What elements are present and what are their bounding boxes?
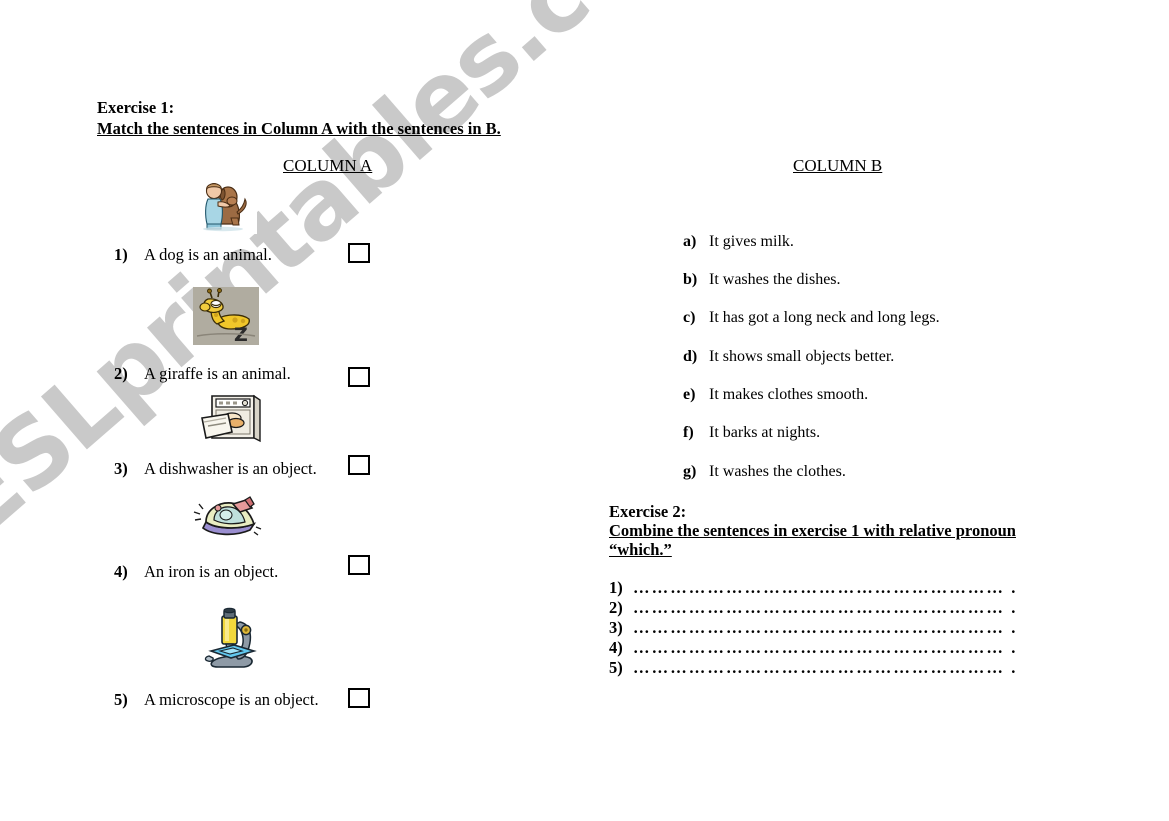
item-number: 4) [114,562,128,581]
answer-checkbox-1[interactable] [348,243,370,263]
dog-with-child-image [193,172,257,234]
item-letter: a) [683,233,697,250]
column-b-item-d: d) It shows small objects better. [683,348,894,366]
answer-checkbox-4[interactable] [348,555,370,575]
item-number: 1) [114,245,128,264]
answer-dots: …………………………………………………… . [633,578,1018,597]
item-text: It makes clothes smooth. [709,386,869,403]
item-text: It washes the dishes. [709,271,841,288]
item-letter: e) [683,386,696,403]
column-a-item-1: 1) A dog is an animal. [114,245,272,265]
exercise2-answer-line-3[interactable]: 3) …………………………………………………… . [609,618,1017,638]
column-b-item-g: g) It washes the clothes. [683,463,846,481]
exercise2-title: Exercise 2: [609,502,687,521]
column-b-item-a: a) It gives milk. [683,233,794,251]
microscope-image [200,604,266,672]
sleeping-giraffe-image: Z [193,287,259,345]
column-b-item-c: c) It has got a long neck and long legs. [683,309,940,327]
item-letter: c) [683,309,696,326]
answer-number: 3) [609,618,623,637]
column-b-item-f: f) It barks at nights. [683,424,820,442]
exercise2-instruction-line2: “which.” [609,540,672,559]
answer-number: 1) [609,578,623,597]
item-text: An iron is an object. [144,562,279,581]
clothes-iron-image [192,494,266,546]
column-a-item-2: 2) A giraffe is an animal. [114,364,291,384]
item-letter: b) [683,271,698,288]
item-text: A giraffe is an animal. [144,364,291,383]
item-text: It shows small objects better. [709,348,895,365]
item-text: A dog is an animal. [144,245,272,264]
column-b-item-e: e) It makes clothes smooth. [683,386,868,404]
item-letter: d) [683,348,698,365]
exercise1-title: Exercise 1: [97,98,175,117]
answer-dots: …………………………………………………… . [633,598,1018,617]
item-number: 2) [114,364,128,383]
exercise2-answer-line-2[interactable]: 2) …………………………………………………… . [609,598,1017,618]
item-text: It has got a long neck and long legs. [709,309,940,326]
item-number: 3) [114,459,128,478]
dishwasher-image [192,392,266,446]
answer-dots: …………………………………………………… . [633,658,1018,677]
column-b-item-b: b) It washes the dishes. [683,271,841,289]
answer-dots: …………………………………………………… . [633,638,1018,657]
column-b-heading: COLUMN B [793,156,883,175]
answer-checkbox-5[interactable] [348,688,370,708]
item-number: 5) [114,690,128,709]
answer-number: 4) [609,638,623,657]
exercise2-answer-line-1[interactable]: 1) …………………………………………………… . [609,578,1017,598]
column-a-heading: COLUMN A [283,156,373,175]
answer-number: 5) [609,658,623,677]
exercise2-instruction-line1: Combine the sentences in exercise 1 with… [609,521,1016,540]
column-a-item-3: 3) A dishwasher is an object. [114,459,317,479]
exercise2-answer-line-5[interactable]: 5) …………………………………………………… . [609,658,1017,678]
column-a-item-4: 4) An iron is an object. [114,562,278,582]
answer-checkbox-2[interactable] [348,367,370,387]
item-text: It gives milk. [709,233,794,250]
worksheet-page: ESLprintables.com Exercise 1: Match the … [0,0,1169,821]
exercise2-answer-line-4[interactable]: 4) …………………………………………………… . [609,638,1017,658]
item-text: It barks at nights. [709,424,821,441]
exercise1-instruction: Match the sentences in Column A with the… [97,119,501,138]
item-text: A dishwasher is an object. [144,459,317,478]
answer-number: 2) [609,598,623,617]
item-text: It washes the clothes. [709,463,846,480]
column-a-item-5: 5) A microscope is an object. [114,690,319,710]
item-letter: f) [683,424,694,441]
answer-checkbox-3[interactable] [348,455,370,475]
answer-dots: …………………………………………………… . [633,618,1018,637]
item-text: A microscope is an object. [144,690,319,709]
item-letter: g) [683,463,697,480]
